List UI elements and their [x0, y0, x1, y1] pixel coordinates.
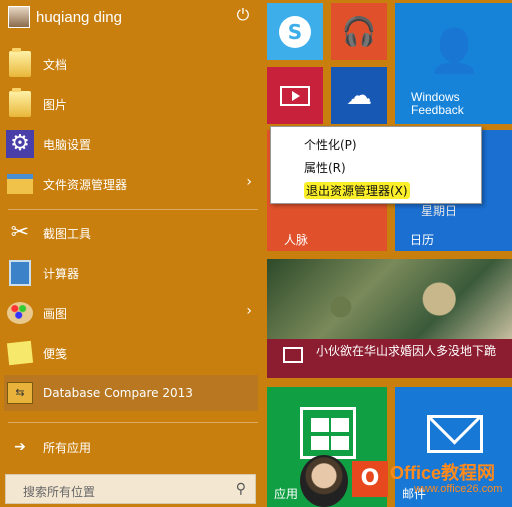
- search-icon[interactable]: ⚲: [236, 481, 246, 497]
- calculator-icon: [4, 257, 36, 289]
- arrow-right-icon: ➔: [14, 439, 26, 455]
- user-name: huqiang ding: [36, 8, 122, 26]
- tile-label-people: 人脉: [284, 233, 309, 247]
- watermark-avatar: [300, 455, 348, 507]
- skype-icon: S: [279, 15, 311, 48]
- menu-item-label: 截图工具: [43, 226, 92, 241]
- menu-item-file-explorer[interactable]: 文件资源管理器 ›: [4, 166, 258, 202]
- menu-item-label: 画图: [43, 306, 68, 321]
- store-bag-icon: [300, 407, 356, 459]
- divider: [8, 209, 258, 210]
- context-menu-properties[interactable]: 属性(R): [304, 159, 346, 176]
- menu-item-calculator[interactable]: 计算器: [4, 255, 258, 291]
- snipping-tool-icon: ✂: [10, 220, 30, 245]
- menu-item-snipping-tool[interactable]: ✂ 截图工具: [4, 215, 258, 251]
- tile-label: Windows Feedback: [411, 91, 464, 117]
- tile-music[interactable]: 🎧: [331, 3, 387, 60]
- menu-item-label: Database Compare 2013: [43, 386, 193, 400]
- tile-label-calendar: 日历: [410, 233, 435, 247]
- menu-item-database-compare[interactable]: ⇆ Database Compare 2013: [4, 375, 258, 411]
- file-explorer-icon: [4, 168, 36, 200]
- paint-icon: [4, 297, 36, 329]
- mail-envelope-icon: [427, 415, 483, 453]
- tile-news[interactable]: 小伙欲在华山求婚因人多没地下跪: [267, 259, 512, 378]
- menu-item-label: 文件资源管理器: [43, 177, 128, 192]
- cloud-icon: ☁: [346, 80, 372, 111]
- watermark-url: www.office26.com: [414, 483, 503, 495]
- menu-item-pc-settings[interactable]: ⚙ 电脑设置: [4, 126, 258, 162]
- menu-item-documents[interactable]: 文档: [4, 46, 258, 82]
- calendar-weekday: 星期日: [421, 204, 458, 218]
- watermark-brand: Office教程网: [390, 463, 496, 483]
- all-apps-button[interactable]: ➔ 所有应用: [4, 433, 258, 461]
- tile-video[interactable]: [267, 67, 323, 124]
- feedback-person-icon: 👤: [428, 26, 481, 75]
- menu-item-label: 图片: [43, 97, 68, 112]
- documents-folder-icon: [4, 48, 36, 80]
- headphones-icon: 🎧: [341, 15, 377, 48]
- search-input[interactable]: 搜索所有位置 ⚲: [5, 474, 256, 504]
- newspaper-icon: [283, 347, 303, 363]
- office-logo-icon: O: [352, 461, 388, 497]
- video-icon: [280, 85, 310, 106]
- news-photo: [267, 259, 512, 339]
- menu-item-label: 便笺: [43, 346, 68, 361]
- divider: [8, 422, 258, 423]
- settings-gear-icon: ⚙: [4, 128, 36, 160]
- tile-label-line2: Feedback: [411, 103, 464, 117]
- menu-item-label: 计算器: [43, 266, 80, 281]
- tile-windows-feedback[interactable]: 👤 Windows Feedback: [395, 3, 512, 124]
- chevron-right-icon[interactable]: ›: [246, 303, 252, 319]
- search-placeholder: 搜索所有位置: [23, 485, 96, 499]
- tile-skype[interactable]: S: [267, 3, 323, 60]
- context-menu-exit-explorer[interactable]: 退出资源管理器(X): [304, 182, 410, 199]
- user-account[interactable]: huqiang ding: [8, 6, 122, 28]
- pictures-folder-icon: [4, 88, 36, 120]
- sticky-notes-icon: [4, 337, 36, 369]
- menu-item-sticky-notes[interactable]: 便笺: [4, 335, 258, 371]
- chevron-right-icon[interactable]: ›: [246, 174, 252, 190]
- menu-item-paint[interactable]: 画图 ›: [4, 295, 258, 331]
- avatar: [8, 6, 30, 28]
- menu-item-pictures[interactable]: 图片: [4, 86, 258, 122]
- context-menu: 个性化(P) 属性(R) 退出资源管理器(X): [270, 126, 482, 204]
- tile-onedrive[interactable]: ☁: [331, 67, 387, 124]
- database-compare-icon: ⇆: [4, 377, 36, 409]
- news-headline: 小伙欲在华山求婚因人多没地下跪: [316, 344, 497, 358]
- watermark: O Office教程网 www.office26.com: [300, 455, 512, 507]
- menu-item-label: 文档: [43, 57, 68, 72]
- all-apps-label: 所有应用: [43, 440, 92, 455]
- context-menu-personalize[interactable]: 个性化(P): [304, 136, 357, 153]
- tile-label-store: 应用: [274, 487, 299, 501]
- power-icon[interactable]: ⏻: [234, 6, 252, 24]
- menu-item-label: 电脑设置: [43, 137, 92, 152]
- start-menu-left-pane: huqiang ding ⏻ 文档 图片 ⚙ 电脑设置 文件资源管理器 › ✂ …: [0, 0, 262, 507]
